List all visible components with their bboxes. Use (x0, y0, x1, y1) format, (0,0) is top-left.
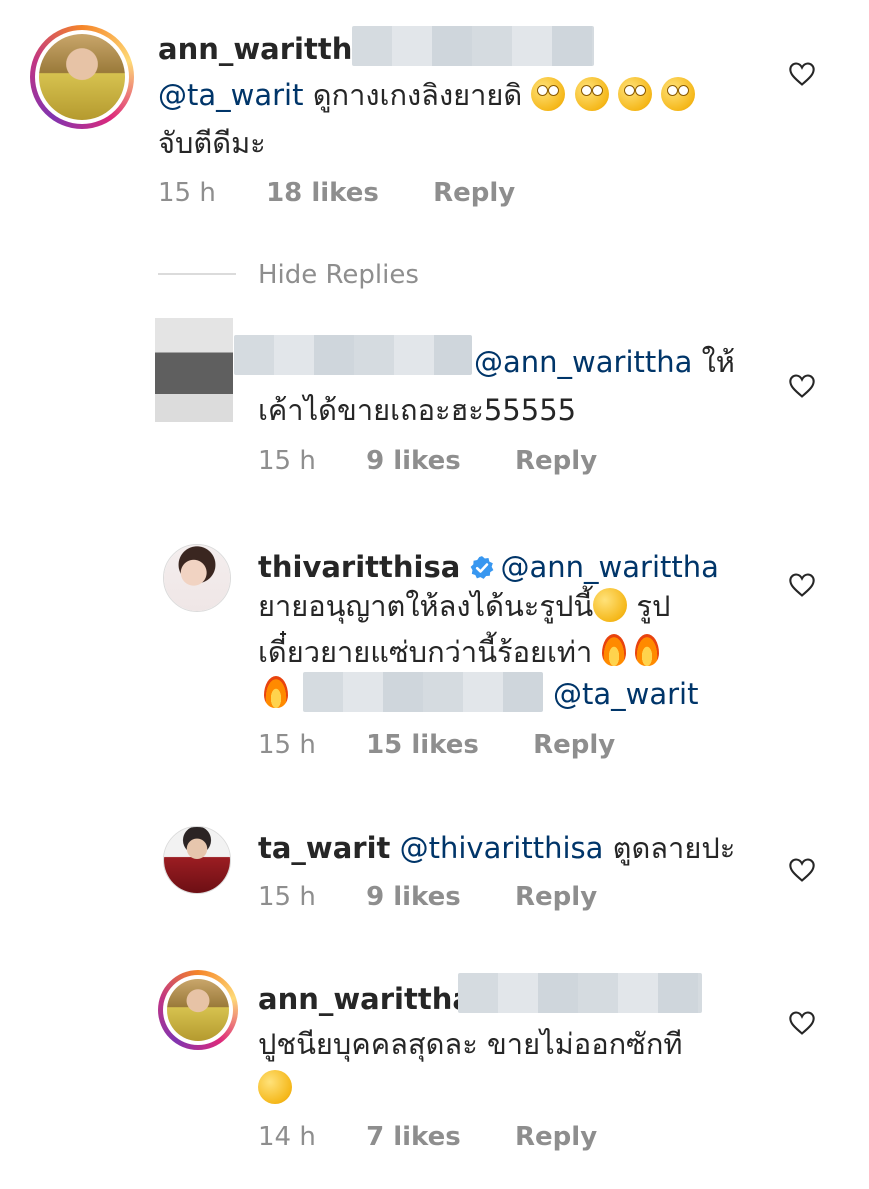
grinning-squinting-face-icon (258, 1070, 292, 1104)
avatar-ta-warit[interactable] (163, 826, 231, 894)
heart-outline-icon[interactable] (788, 61, 816, 87)
avatar-thivaritthisa[interactable] (163, 544, 231, 612)
mention-link[interactable]: @ann_warittha (501, 550, 719, 584)
reply-button[interactable]: Reply (515, 1122, 597, 1152)
like-count[interactable]: 18 likes (266, 178, 379, 208)
comment-text-line: ปูชนียบุคคลสุดละ ขายไม่ออกซักที (258, 1027, 683, 1061)
avatar-photo (164, 827, 230, 893)
comment-username[interactable]: ann_warittha (158, 32, 372, 66)
redacted-text (303, 672, 543, 712)
fire-icon (634, 634, 659, 666)
face-with-rolling-eyes-icon (617, 77, 652, 111)
reply-button[interactable]: Reply (533, 730, 615, 760)
comment-text-line (258, 1066, 292, 1110)
mention-link[interactable]: @ann_warittha (474, 345, 692, 379)
face-with-rolling-eyes-icon (661, 77, 696, 111)
comment-username[interactable]: ta_warit (258, 831, 390, 865)
reply-button[interactable]: Reply (433, 178, 515, 208)
comment-time: 14 h (258, 1122, 316, 1152)
avatar-photo (39, 34, 125, 120)
comment-text-line: เค้าได้ขายเถอะฮะ55555 (258, 393, 577, 427)
comment-time: 15 h (258, 882, 316, 912)
redacted-avatar[interactable] (155, 318, 233, 422)
comment-meta: 14 h 7 likes Reply (258, 1122, 597, 1152)
comment-meta: 15 h 18 likes Reply (158, 178, 515, 208)
heart-outline-icon[interactable] (788, 572, 816, 598)
avatar-ann-warittha[interactable] (158, 970, 238, 1050)
mention-link[interactable]: @ta_warit (553, 672, 698, 716)
mention-link[interactable]: @ta_warit (158, 78, 303, 112)
like-count[interactable]: 15 likes (366, 730, 479, 760)
comment-time: 15 h (258, 730, 316, 760)
comment-meta: 15 h 9 likes Reply (258, 446, 597, 476)
rolling-on-floor-laughing-icon (593, 588, 628, 622)
hide-replies-button[interactable]: Hide Replies (258, 260, 419, 290)
comment-text-line: เดี๋ยวยายแซ่บกว่านี้ร้อยเท่า (258, 630, 659, 674)
face-with-rolling-eyes-icon (574, 77, 609, 111)
comment-text-line: จับตีดีมะ (158, 126, 266, 160)
comment-time: 15 h (158, 178, 216, 208)
face-with-rolling-eyes-icon (531, 77, 566, 111)
reply-button[interactable]: Reply (515, 446, 597, 476)
comment-text-line: ยายอนุญาตให้ลงได้นะรูปนี้ รูป (258, 588, 671, 623)
avatar-photo (164, 545, 230, 611)
fire-icon (264, 676, 288, 708)
comment-text-line: @ta_warit ดูกางเกงลิงยายดิ (158, 73, 696, 117)
mention-link[interactable]: @thivaritthisa (390, 831, 604, 865)
verified-badge-icon (471, 556, 494, 579)
heart-outline-icon[interactable] (788, 857, 816, 883)
like-count[interactable]: 9 likes (366, 446, 461, 476)
avatar-ann-warittha[interactable] (30, 25, 134, 129)
redacted-text (234, 335, 472, 375)
comment-text-line: @ann_warittha ให้ (474, 345, 735, 379)
avatar-photo (167, 979, 229, 1041)
heart-outline-icon[interactable] (788, 373, 816, 399)
like-count[interactable]: 9 likes (366, 882, 461, 912)
comment-username[interactable]: thivaritthisa (258, 550, 460, 584)
divider-line (158, 273, 236, 275)
comment-text-line (264, 672, 288, 716)
redacted-text (352, 26, 594, 66)
comment-meta: 15 h 15 likes Reply (258, 730, 615, 760)
reply-button[interactable]: Reply (515, 882, 597, 912)
like-count[interactable]: 7 likes (366, 1122, 461, 1152)
fire-icon (601, 634, 626, 666)
redacted-text (458, 973, 702, 1013)
comment-time: 15 h (258, 446, 316, 476)
heart-outline-icon[interactable] (788, 1010, 816, 1036)
comment-username[interactable]: ann_warittha (258, 982, 472, 1016)
comment-meta: 15 h 9 likes Reply (258, 882, 597, 912)
